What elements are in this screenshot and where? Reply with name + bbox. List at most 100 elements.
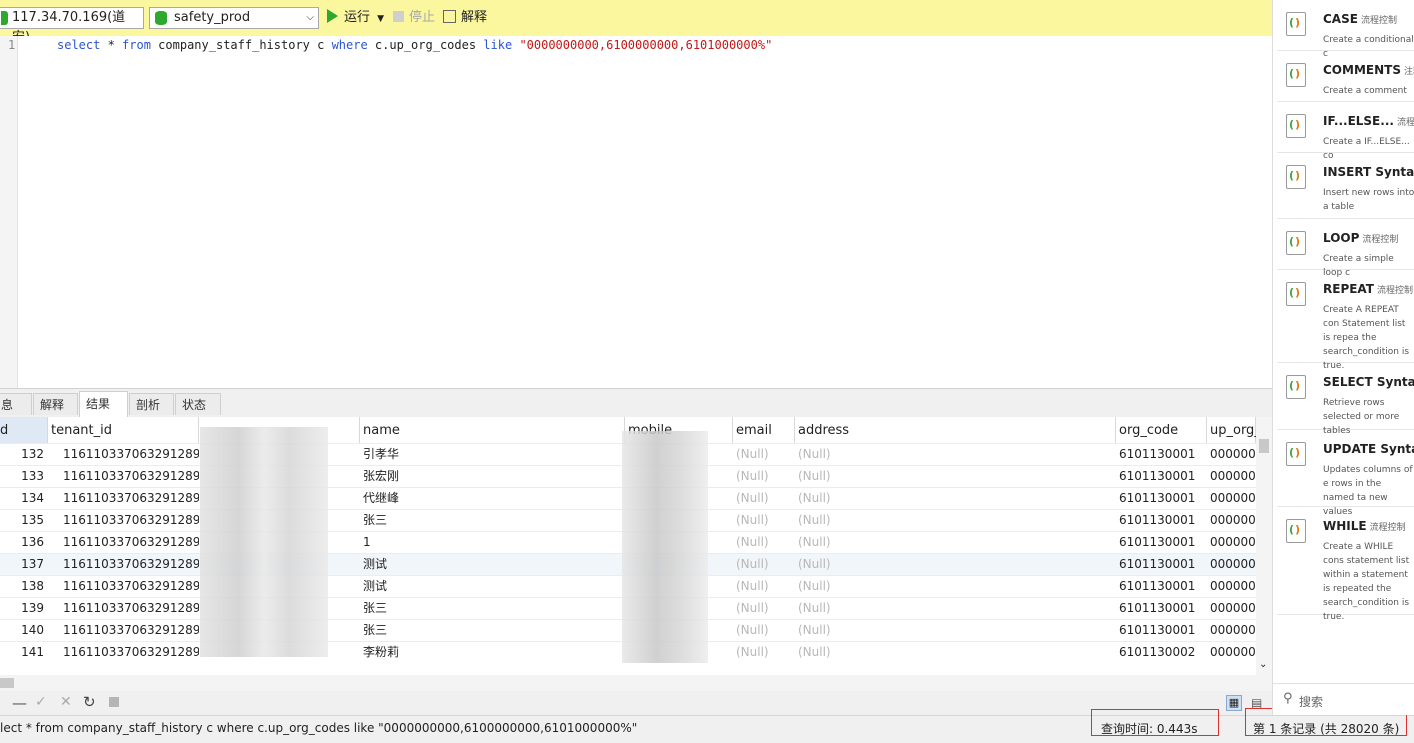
explain-button[interactable]: 解释 <box>443 9 487 27</box>
table-cell-org-code[interactable]: 6101130001 <box>1116 620 1207 642</box>
table-cell-tenant-id[interactable]: 1161103370632912896 <box>48 554 199 576</box>
table-cell-up-org[interactable]: 000000 <box>1207 554 1256 576</box>
table-cell-name[interactable]: 张宏刚 <box>360 466 625 488</box>
table-cell-name[interactable]: 李粉莉 <box>360 642 625 663</box>
snippet-item[interactable]: () REPEAT 流程控制 Create A REPEAT con Statemen… <box>1277 270 1414 371</box>
table-cell-up-org[interactable]: 000000 <box>1207 444 1256 466</box>
table-cell-email[interactable]: (Null) <box>733 642 795 663</box>
table-cell-id[interactable]: 137 <box>0 554 47 576</box>
table-cell-email[interactable]: (Null) <box>733 620 795 642</box>
column-header[interactable]: address <box>795 417 1116 443</box>
result-grid[interactable]: d tenant_id name mobile email address or… <box>0 417 1256 663</box>
table-cell-org-code[interactable]: 6101130002 <box>1116 642 1207 663</box>
column-header[interactable]: tenant_id <box>48 417 199 443</box>
table-cell-org-code[interactable]: 6101130001 <box>1116 444 1207 466</box>
snippet-item[interactable]: () LOOP 流程控制 Create a simple loop c <box>1277 219 1414 278</box>
table-cell-id[interactable]: 139 <box>0 598 47 620</box>
table-cell-up-org[interactable]: 000000 <box>1207 620 1256 642</box>
refresh-icon[interactable]: ↻ <box>83 693 96 711</box>
run-button[interactable]: 运行 ▼ <box>327 9 384 27</box>
stop-icon[interactable] <box>109 697 119 707</box>
table-cell-tenant-id[interactable]: 1161103370632912896 <box>48 466 199 488</box>
table-cell-up-org[interactable]: 000000 <box>1207 642 1256 663</box>
table-cell-address[interactable]: (Null) <box>795 642 1116 663</box>
sql-text[interactable]: select * from company_staff_history c wh… <box>57 37 772 53</box>
table-cell-org-code[interactable]: 6101130001 <box>1116 488 1207 510</box>
snippet-item[interactable]: () CASE 流程控制 Create a conditional c <box>1277 0 1414 59</box>
scroll-thumb[interactable] <box>1259 439 1269 453</box>
tab-profile[interactable]: 剖析 <box>129 393 174 415</box>
snippet-item[interactable]: () INSERT Syntax Insert new rows into a ta… <box>1277 153 1414 219</box>
table-cell-name[interactable]: 测试 <box>360 554 625 576</box>
vertical-scrollbar[interactable]: ⌄ <box>1256 417 1272 675</box>
table-cell-address[interactable]: (Null) <box>795 488 1116 510</box>
table-cell-up-org[interactable]: 000000 <box>1207 576 1256 598</box>
table-cell-email[interactable]: (Null) <box>733 598 795 620</box>
table-cell-name[interactable]: 张三 <box>360 620 625 642</box>
tab-result[interactable]: 结果 1 <box>79 391 128 435</box>
table-cell-tenant-id[interactable]: 1161103370632912896 <box>48 642 199 663</box>
table-cell-id[interactable]: 136 <box>0 532 47 554</box>
sql-editor[interactable]: 1 select * from company_staff_history c … <box>0 36 1272 388</box>
table-cell-email[interactable]: (Null) <box>733 554 795 576</box>
stop-button[interactable]: 停止 <box>393 9 435 27</box>
column-header[interactable]: up_org_ <box>1207 417 1256 443</box>
tab-explain[interactable]: 解释 1 <box>33 393 78 434</box>
table-cell-email[interactable]: (Null) <box>733 444 795 466</box>
table-cell-id[interactable]: 133 <box>0 466 47 488</box>
delete-record-icon[interactable]: — <box>12 694 27 712</box>
table-cell-tenant-id[interactable]: 1161103370632912896 <box>48 598 199 620</box>
table-cell-id[interactable]: 140 <box>0 620 47 642</box>
horizontal-scrollbar[interactable] <box>0 675 1272 691</box>
table-cell-org-code[interactable]: 6101130001 <box>1116 510 1207 532</box>
table-cell-email[interactable]: (Null) <box>733 532 795 554</box>
table-cell-org-code[interactable]: 6101130001 <box>1116 466 1207 488</box>
connection-select[interactable]: 117.34.70.169(道安) <box>0 7 144 45</box>
table-cell-name[interactable]: 代继峰 <box>360 488 625 510</box>
table-cell-address[interactable]: (Null) <box>795 576 1116 598</box>
table-cell-up-org[interactable]: 000000 <box>1207 532 1256 554</box>
chevron-down-icon[interactable]: ⌄ <box>1259 659 1267 670</box>
table-cell-email[interactable]: (Null) <box>733 488 795 510</box>
table-cell-address[interactable]: (Null) <box>795 532 1116 554</box>
snippet-item[interactable]: ()IF...ELSE...流程控制Create a IF...ELSE... … <box>1277 102 1414 161</box>
tab-message[interactable]: 息 <box>0 393 32 415</box>
table-cell-address[interactable]: (Null) <box>795 554 1116 576</box>
table-cell-name[interactable]: 张三 <box>360 598 625 620</box>
table-cell-name[interactable]: 张三 <box>360 510 625 532</box>
table-cell-id[interactable]: 134 <box>0 488 47 510</box>
discard-icon[interactable]: ✕ <box>60 694 72 710</box>
table-cell-email[interactable]: (Null) <box>733 576 795 598</box>
table-cell-tenant-id[interactable]: 1161103370632912896 <box>48 576 199 598</box>
column-header[interactable]: d <box>0 417 48 443</box>
search-input[interactable]: 搜索 <box>1299 693 1323 710</box>
apply-icon[interactable]: ✓ <box>35 694 47 710</box>
table-cell-name[interactable]: 测试 <box>360 576 625 598</box>
table-cell-up-org[interactable]: 000000 <box>1207 488 1256 510</box>
snippet-item[interactable]: () WHILE 流程控制 Create a WHILE cons statement… <box>1277 507 1414 622</box>
table-cell-tenant-id[interactable]: 1161103370632912896 <box>48 510 199 532</box>
table-cell-up-org[interactable]: 000000 <box>1207 510 1256 532</box>
snippet-search[interactable]: ⚲ 搜索 <box>1273 683 1414 715</box>
table-cell-tenant-id[interactable]: 1161103370632912896 <box>48 532 199 554</box>
table-cell-address[interactable]: (Null) <box>795 510 1116 532</box>
scroll-thumb[interactable] <box>0 678 14 688</box>
snippet-item[interactable]: ()UPDATE SyntaxUpdates columns of e rows… <box>1277 430 1414 517</box>
table-cell-address[interactable]: (Null) <box>795 598 1116 620</box>
table-cell-tenant-id[interactable]: 1161103370632912896 <box>48 444 199 466</box>
snippet-item[interactable]: () SELECT Syntax Retrieve rows selected or… <box>1277 363 1414 436</box>
column-header[interactable]: org_code <box>1116 417 1207 443</box>
table-cell-up-org[interactable]: 000000 <box>1207 598 1256 620</box>
table-cell-up-org[interactable]: 000000 <box>1207 466 1256 488</box>
table-cell-id[interactable]: 138 <box>0 576 47 598</box>
table-cell-email[interactable]: (Null) <box>733 466 795 488</box>
table-cell-org-code[interactable]: 6101130001 <box>1116 576 1207 598</box>
table-cell-id[interactable]: 141 <box>0 642 47 663</box>
table-cell-tenant-id[interactable]: 1161103370632912896 <box>48 620 199 642</box>
database-select[interactable]: safety_prod ⌵ <box>149 7 319 29</box>
table-cell-org-code[interactable]: 6101130001 <box>1116 598 1207 620</box>
table-cell-id[interactable]: 132 <box>0 444 47 466</box>
table-cell-address[interactable]: (Null) <box>795 620 1116 642</box>
table-cell-email[interactable]: (Null) <box>733 510 795 532</box>
table-cell-org-code[interactable]: 6101130001 <box>1116 554 1207 576</box>
